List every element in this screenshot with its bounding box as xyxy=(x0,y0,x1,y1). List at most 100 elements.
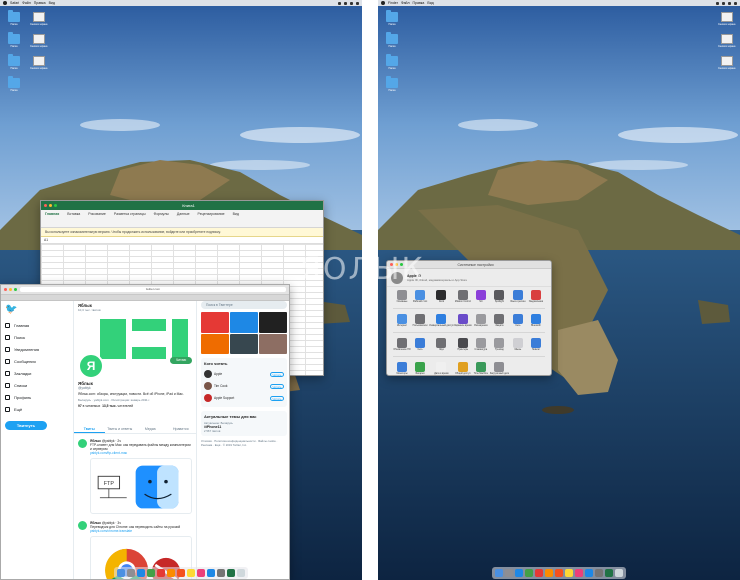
calendar-icon[interactable] xyxy=(177,569,185,577)
menu-item[interactable]: Safari xyxy=(10,1,19,5)
profile-avatar[interactable]: Я xyxy=(78,353,104,379)
preference-pane[interactable]: Уведомления xyxy=(527,290,545,303)
battery-icon[interactable] xyxy=(722,1,725,5)
preference-pane[interactable]: Time Machine xyxy=(472,362,490,375)
preference-pane[interactable]: Основные xyxy=(393,290,411,303)
ribbon-tab[interactable]: Вид xyxy=(233,212,239,216)
preference-pane[interactable]: Пользователи xyxy=(411,314,429,327)
preference-pane[interactable]: Звук xyxy=(429,338,454,351)
launchpad-icon[interactable] xyxy=(127,569,135,577)
nav-item-home[interactable]: Главная xyxy=(5,319,69,331)
menu-item[interactable]: Вид xyxy=(427,1,433,5)
minimize-icon[interactable] xyxy=(49,204,52,207)
messages-icon[interactable] xyxy=(147,569,155,577)
trash-icon[interactable] xyxy=(615,569,623,577)
control-center-icon[interactable] xyxy=(734,1,737,5)
close-icon[interactable] xyxy=(4,288,7,291)
launchpad-icon[interactable] xyxy=(505,569,513,577)
preference-pane[interactable]: Принтеры xyxy=(454,338,472,351)
media-thumb[interactable] xyxy=(259,333,287,354)
menu-item[interactable]: Finder xyxy=(388,1,398,5)
preference-pane[interactable]: Sidecar xyxy=(527,338,545,351)
desktop-screenshot[interactable]: Снимок экрана xyxy=(30,56,47,70)
excel-titlebar[interactable]: Книга1 xyxy=(41,201,323,210)
wifi-icon[interactable] xyxy=(338,1,341,5)
notes-icon[interactable] xyxy=(565,569,573,577)
preference-pane[interactable]: Общий доступ xyxy=(454,362,472,375)
desktop-screenshot[interactable]: Снимок экрана xyxy=(30,34,47,48)
media-thumb[interactable] xyxy=(201,312,229,333)
preference-pane[interactable]: Сеть xyxy=(509,314,527,327)
safari-icon[interactable] xyxy=(515,569,523,577)
desktop-folder[interactable]: Папка xyxy=(8,10,20,26)
preference-pane[interactable]: Экранное время xyxy=(454,314,472,327)
ribbon-tab[interactable]: Главная xyxy=(45,212,59,216)
preference-pane[interactable]: Батарея xyxy=(411,362,429,375)
preference-pane[interactable]: Дата и время xyxy=(429,362,454,375)
media-thumb[interactable] xyxy=(201,333,229,354)
preference-pane[interactable]: Универсальный доступ xyxy=(429,314,454,327)
desktop-folder[interactable]: Папка xyxy=(386,32,398,48)
suggestion-row[interactable]: Apple Support Читать xyxy=(204,392,284,404)
menu-item[interactable]: Файл xyxy=(401,1,410,5)
desktop-folder[interactable]: Папка xyxy=(8,76,20,92)
control-center-icon[interactable] xyxy=(356,1,359,5)
media-thumb[interactable] xyxy=(230,333,258,354)
desktop-screenshot[interactable]: Снимок экрана xyxy=(30,12,47,26)
suggestion-row[interactable]: Apple Читать xyxy=(204,368,284,380)
ribbon-tab[interactable]: Данные xyxy=(177,212,190,216)
follow-button[interactable]: Читать xyxy=(270,383,284,389)
followers-count[interactable]: 13,5 тыс. xyxy=(102,404,117,408)
apple-icon[interactable] xyxy=(381,1,385,5)
menu-item[interactable]: Правка xyxy=(413,1,425,5)
avatar[interactable] xyxy=(204,382,212,390)
excel-icon[interactable] xyxy=(227,569,235,577)
nav-item-messages[interactable]: Сообщения xyxy=(5,355,69,367)
tweet-avatar[interactable] xyxy=(78,439,87,448)
desktop-folder[interactable]: Папка xyxy=(8,32,20,48)
preference-pane[interactable]: Трекпад xyxy=(490,338,509,351)
tab-media[interactable]: Медиа xyxy=(135,425,166,433)
calendar-icon[interactable] xyxy=(555,569,563,577)
tab-likes[interactable]: Нравится xyxy=(166,425,197,433)
system-preferences-icon[interactable] xyxy=(217,569,225,577)
nav-item-lists[interactable]: Списки xyxy=(5,379,69,391)
music-icon[interactable] xyxy=(575,569,583,577)
system-preferences-icon[interactable] xyxy=(595,569,603,577)
apple-icon[interactable] xyxy=(3,1,7,5)
twitter-bird-icon[interactable]: 🐦 xyxy=(5,305,69,315)
suggestion-name[interactable]: Apple Support xyxy=(214,396,268,400)
close-icon[interactable] xyxy=(44,204,47,207)
preference-pane[interactable]: Обновление ПО xyxy=(393,338,411,351)
preference-pane[interactable]: Siri xyxy=(472,290,490,303)
minimize-icon[interactable] xyxy=(9,288,12,291)
media-thumb[interactable] xyxy=(230,312,258,333)
ribbon-tab[interactable]: Формулы xyxy=(154,212,169,216)
preference-pane[interactable]: Язык и регион xyxy=(509,290,527,303)
desktop-screenshot[interactable]: Снимок экрана xyxy=(718,12,735,26)
following-count[interactable]: 97 xyxy=(78,404,82,408)
mail-icon[interactable] xyxy=(157,569,165,577)
desktop-screenshot[interactable]: Снимок экрана xyxy=(718,56,735,70)
messages-icon[interactable] xyxy=(525,569,533,577)
desktop-screenshot[interactable]: Снимок экрана xyxy=(718,34,735,48)
twitter-search-input[interactable]: Поиск в Твиттере xyxy=(201,301,287,309)
app-store-icon[interactable] xyxy=(207,569,215,577)
suggestion-name[interactable]: Tim Cook xyxy=(214,384,268,388)
following-button[interactable]: Читаю xyxy=(170,357,192,364)
menu-item[interactable]: Вид xyxy=(49,1,55,5)
safari-window[interactable]: twitter.com 🐦 Главная Поиск Уведомления … xyxy=(0,284,290,580)
tab-tweets-replies[interactable]: Твиты и ответы xyxy=(105,425,136,433)
avatar[interactable] xyxy=(204,394,212,402)
spotlight-icon[interactable] xyxy=(728,1,731,5)
nav-item-explore[interactable]: Поиск xyxy=(5,331,69,343)
preference-pane[interactable]: Bluetooth xyxy=(527,314,545,327)
spotlight-icon[interactable] xyxy=(350,1,353,5)
follow-button[interactable]: Читать xyxy=(270,371,284,377)
address-bar[interactable]: twitter.com xyxy=(20,287,286,292)
ribbon-tab[interactable]: Рецензирование xyxy=(198,212,225,216)
ribbon-tab[interactable]: Рисование xyxy=(88,212,106,216)
preference-pane[interactable]: Mission Control xyxy=(454,290,472,303)
photos-icon[interactable] xyxy=(167,569,175,577)
preference-pane[interactable]: Сеть xyxy=(411,338,429,351)
